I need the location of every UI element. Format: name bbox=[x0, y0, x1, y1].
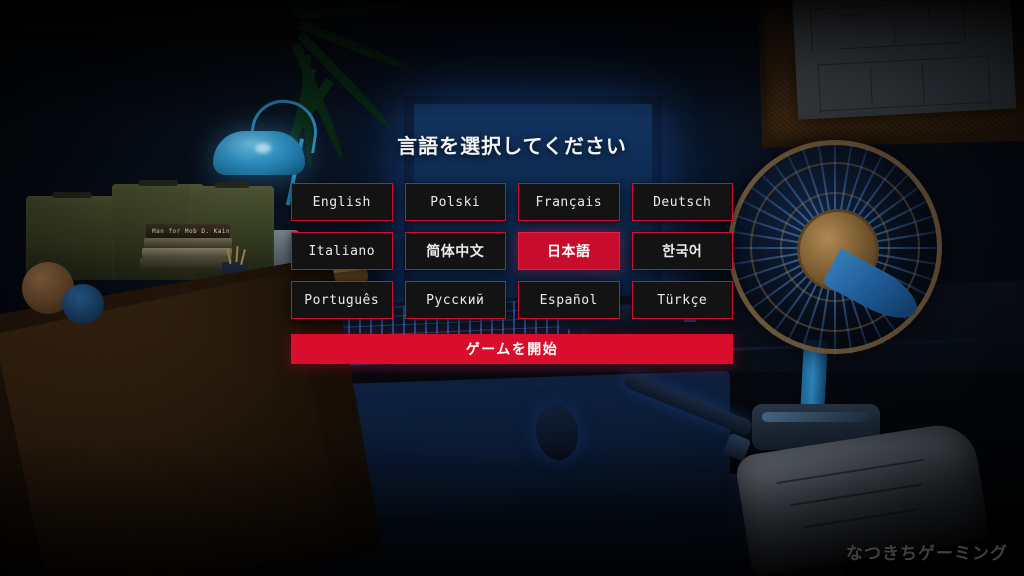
language-button[interactable]: Italiano bbox=[291, 232, 393, 270]
language-select-menu: 言語を選択してください English Polski Français Deutsch… bbox=[291, 136, 733, 364]
language-button[interactable]: Türkçe bbox=[631, 281, 733, 319]
game-language-select-screen: Man for Mob D. Kain CHAPTER 1 bbox=[0, 0, 1024, 576]
storage-case-handle bbox=[52, 192, 92, 198]
channel-watermark: なつきちゲーミング bbox=[846, 544, 1008, 564]
blueprint-paper bbox=[791, 0, 1017, 120]
book-spine-title: Man for Mob D. Kain bbox=[152, 228, 231, 235]
storage-case-handle bbox=[138, 180, 178, 186]
language-button[interactable]: 日本語 bbox=[518, 232, 620, 270]
language-button[interactable]: Polski bbox=[404, 183, 506, 221]
desk-fan bbox=[728, 140, 942, 355]
book bbox=[144, 238, 232, 248]
language-button[interactable]: 简体中文 bbox=[404, 232, 506, 270]
blue-ball bbox=[62, 284, 104, 324]
language-button[interactable]: English bbox=[291, 183, 393, 221]
language-button[interactable]: Español bbox=[518, 281, 620, 319]
fan-base-highlight bbox=[762, 412, 870, 422]
desk-lamp-highlight bbox=[255, 143, 271, 153]
start-game-button[interactable]: ゲームを開始 bbox=[291, 334, 733, 364]
menu-title: 言語を選択してください bbox=[397, 134, 627, 158]
language-button[interactable]: Português bbox=[291, 281, 393, 319]
storage-case-handle bbox=[214, 182, 250, 188]
language-button[interactable]: Français bbox=[518, 183, 620, 221]
blueprint-shadow bbox=[791, 0, 1017, 120]
language-button[interactable]: Deutsch bbox=[631, 183, 733, 221]
book bbox=[142, 248, 232, 258]
book bbox=[140, 258, 232, 270]
language-button[interactable]: 한국어 bbox=[631, 232, 733, 270]
language-button[interactable]: Русский bbox=[404, 281, 506, 319]
language-button-grid: English Polski Français Deutsch Italiano 简体中文… bbox=[291, 183, 733, 319]
